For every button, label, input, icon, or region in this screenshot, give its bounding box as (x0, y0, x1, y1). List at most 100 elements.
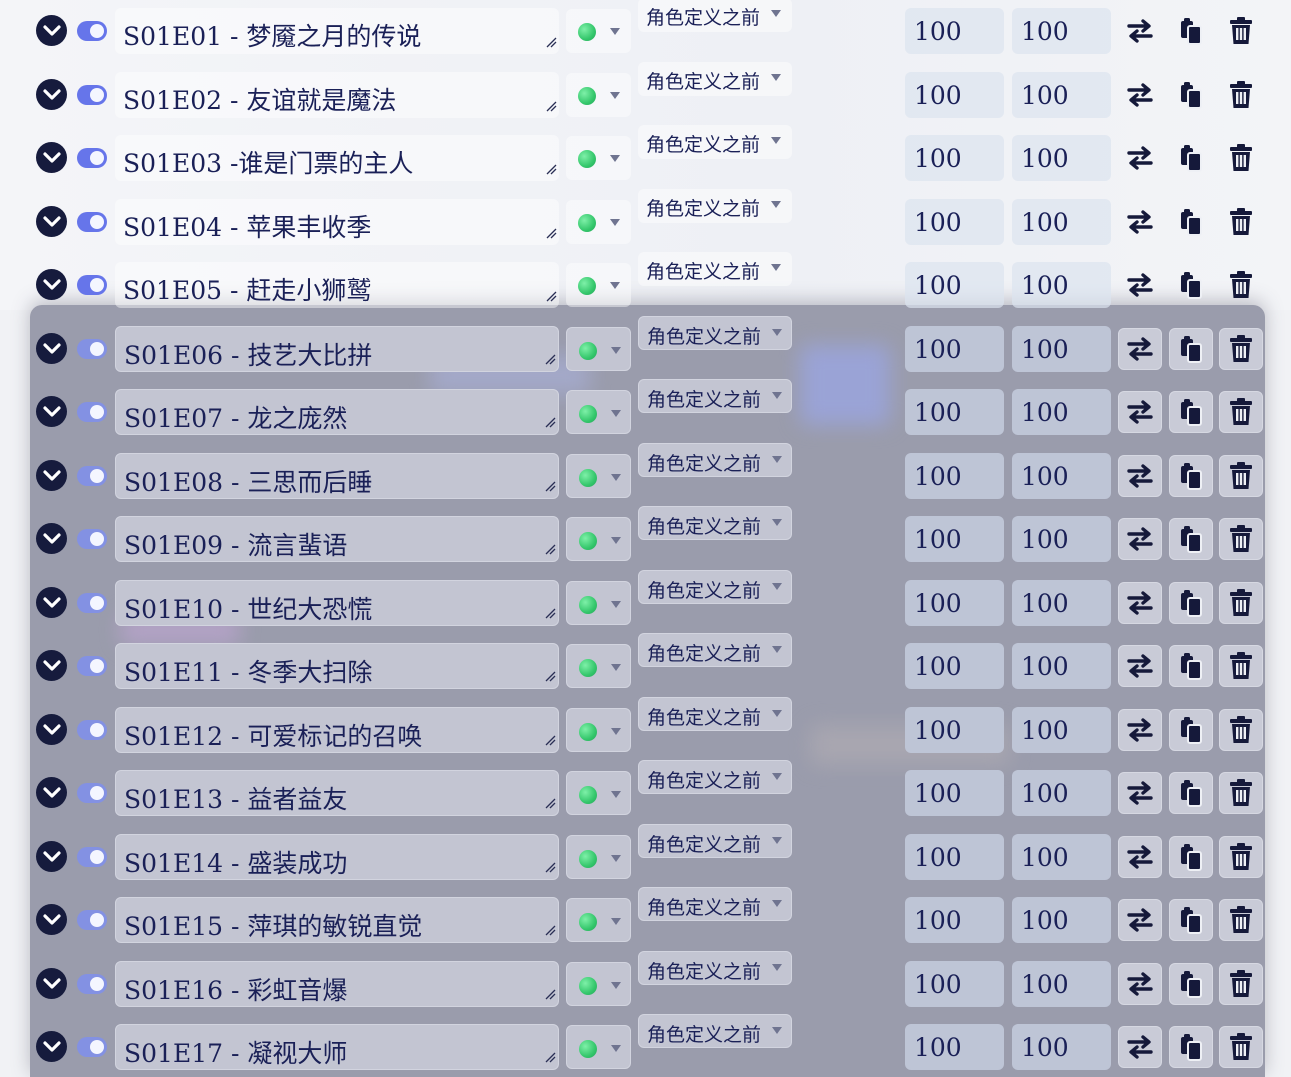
duplicate-button[interactable] (1169, 899, 1213, 941)
duplicate-button[interactable] (1169, 10, 1213, 52)
position-select[interactable]: 角色定义之前 (638, 62, 792, 96)
resize-grip-icon[interactable] (544, 858, 556, 877)
move-button[interactable] (1118, 518, 1162, 560)
expand-button[interactable] (36, 587, 67, 618)
resize-grip-icon[interactable] (544, 350, 556, 369)
move-button[interactable] (1118, 899, 1162, 941)
probability-input[interactable]: 100 (1012, 389, 1111, 435)
entry-name-field[interactable]: S01E17 - 凝视大师 (115, 1024, 559, 1070)
status-select[interactable] (566, 708, 631, 752)
probability-input[interactable]: 100 (1012, 262, 1111, 308)
enable-toggle[interactable] (77, 656, 107, 676)
entry-name-field[interactable]: S01E09 - 流言蜚语 (115, 516, 559, 562)
delete-button[interactable] (1219, 518, 1263, 560)
probability-input[interactable]: 100 (1012, 8, 1111, 54)
status-select[interactable] (566, 898, 631, 942)
resize-grip-icon[interactable] (545, 97, 557, 116)
probability-input[interactable]: 100 (1012, 834, 1111, 880)
position-select[interactable]: 角色定义之前 (638, 379, 792, 413)
entry-name-field[interactable]: S01E06 - 技艺大比拼 (115, 326, 559, 372)
move-button[interactable] (1118, 1026, 1162, 1068)
move-button[interactable] (1118, 201, 1162, 243)
status-select[interactable] (566, 962, 631, 1006)
position-select[interactable]: 角色定义之前 (638, 125, 792, 159)
resize-grip-icon[interactable] (544, 921, 556, 940)
entry-name-field[interactable]: S01E12 - 可爱标记的召唤 (115, 707, 559, 753)
resize-grip-icon[interactable] (544, 604, 556, 623)
enable-toggle[interactable] (77, 593, 107, 613)
resize-grip-icon[interactable] (544, 1048, 556, 1067)
order-input[interactable]: 100 (905, 707, 1004, 753)
duplicate-button[interactable] (1169, 264, 1213, 306)
expand-button[interactable] (36, 1031, 67, 1062)
position-select[interactable]: 角色定义之前 (638, 633, 792, 667)
position-select[interactable]: 角色定义之前 (638, 316, 792, 350)
duplicate-button[interactable] (1169, 137, 1213, 179)
order-input[interactable]: 100 (905, 262, 1004, 308)
probability-input[interactable]: 100 (1012, 453, 1111, 499)
enable-toggle[interactable] (77, 402, 107, 422)
move-button[interactable] (1118, 10, 1162, 52)
order-input[interactable]: 100 (905, 72, 1004, 118)
probability-input[interactable]: 100 (1012, 326, 1111, 372)
probability-input[interactable]: 100 (1012, 643, 1111, 689)
resize-grip-icon[interactable] (545, 287, 557, 306)
entry-name-field[interactable]: S01E02 - 友谊就是魔法 (115, 72, 559, 118)
entry-name-field[interactable]: S01E03 -谁是门票的主人 (115, 135, 559, 181)
expand-button[interactable] (36, 396, 67, 427)
position-select[interactable]: 角色定义之前 (638, 506, 792, 540)
delete-button[interactable] (1219, 836, 1263, 878)
duplicate-button[interactable] (1169, 455, 1213, 497)
delete-button[interactable] (1219, 10, 1263, 52)
resize-grip-icon[interactable] (544, 413, 556, 432)
order-input[interactable]: 100 (905, 326, 1004, 372)
status-select[interactable] (566, 327, 631, 371)
delete-button[interactable] (1219, 772, 1263, 814)
status-select[interactable] (566, 1025, 631, 1069)
order-input[interactable]: 100 (905, 389, 1004, 435)
entry-name-field[interactable]: S01E01 - 梦魇之月的传说 (115, 8, 559, 54)
status-select[interactable] (566, 9, 631, 53)
status-select[interactable] (566, 644, 631, 688)
duplicate-button[interactable] (1169, 328, 1213, 370)
status-select[interactable] (566, 581, 631, 625)
enable-toggle[interactable] (77, 847, 107, 867)
resize-grip-icon[interactable] (544, 540, 556, 559)
enable-toggle[interactable] (77, 212, 107, 232)
enable-toggle[interactable] (77, 466, 107, 486)
order-input[interactable]: 100 (905, 770, 1004, 816)
move-button[interactable] (1118, 328, 1162, 370)
duplicate-button[interactable] (1169, 74, 1213, 116)
resize-grip-icon[interactable] (544, 477, 556, 496)
expand-button[interactable] (36, 333, 67, 364)
move-button[interactable] (1118, 772, 1162, 814)
expand-button[interactable] (36, 714, 67, 745)
position-select[interactable]: 角色定义之前 (638, 697, 792, 731)
resize-grip-icon[interactable] (545, 33, 557, 52)
entry-name-field[interactable]: S01E11 - 冬季大扫除 (115, 643, 559, 689)
order-input[interactable]: 100 (905, 453, 1004, 499)
enable-toggle[interactable] (77, 1037, 107, 1057)
move-button[interactable] (1118, 74, 1162, 116)
duplicate-button[interactable] (1169, 582, 1213, 624)
duplicate-button[interactable] (1169, 772, 1213, 814)
entry-name-field[interactable]: S01E16 - 彩虹音爆 (115, 961, 559, 1007)
order-input[interactable]: 100 (905, 8, 1004, 54)
probability-input[interactable]: 100 (1012, 961, 1111, 1007)
enable-toggle[interactable] (77, 529, 107, 549)
delete-button[interactable] (1219, 963, 1263, 1005)
probability-input[interactable]: 100 (1012, 135, 1111, 181)
expand-button[interactable] (36, 904, 67, 935)
move-button[interactable] (1118, 264, 1162, 306)
order-input[interactable]: 100 (905, 135, 1004, 181)
order-input[interactable]: 100 (905, 1024, 1004, 1070)
delete-button[interactable] (1219, 899, 1263, 941)
move-button[interactable] (1118, 836, 1162, 878)
expand-button[interactable] (36, 777, 67, 808)
entry-name-field[interactable]: S01E10 - 世纪大恐慌 (115, 580, 559, 626)
duplicate-button[interactable] (1169, 391, 1213, 433)
expand-button[interactable] (36, 460, 67, 491)
position-select[interactable]: 角色定义之前 (638, 760, 792, 794)
move-button[interactable] (1118, 391, 1162, 433)
duplicate-button[interactable] (1169, 836, 1213, 878)
